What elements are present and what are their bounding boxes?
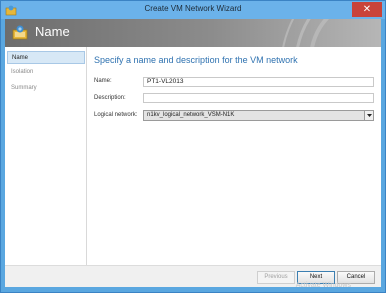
section-heading: Specify a name and description for the V… (94, 55, 298, 65)
wizard-client-area: Name Name Isolation Summary Specify a na… (5, 19, 381, 289)
previous-button[interactable]: Previous (257, 271, 295, 284)
name-field[interactable]: PT1-VL2013 (143, 77, 374, 87)
close-button[interactable]: ✕ (352, 2, 382, 17)
description-label: Description: (94, 95, 126, 101)
wizard-footer: Previous Next Cancel Activate Windows (5, 265, 381, 289)
sidebar-item-isolation[interactable]: Isolation (7, 66, 85, 79)
window-title: Create VM Network Wizard (144, 4, 242, 13)
logical-network-label: Logical network: (94, 112, 138, 118)
logical-network-select[interactable]: n1kv_logical_network_VSM-N1K (143, 110, 374, 121)
wizard-step-list: Name Isolation Summary (5, 47, 87, 287)
wizard-content: Specify a name and description for the V… (88, 47, 381, 265)
activation-watermark: Activate Windows (295, 282, 351, 289)
name-label: Name: (94, 78, 112, 84)
title-bar[interactable]: Create VM Network Wizard ✕ (1, 1, 385, 19)
banner-decoration (282, 19, 330, 47)
chevron-down-icon[interactable] (364, 111, 373, 120)
sidebar-item-summary[interactable]: Summary (7, 82, 85, 95)
logical-network-value: n1kv_logical_network_VSM-N1K (147, 112, 235, 118)
wizard-window: Create VM Network Wizard ✕ Name Name Iso… (0, 0, 386, 293)
page-title: Name (35, 24, 70, 39)
description-field[interactable] (143, 93, 374, 103)
sidebar-item-name[interactable]: Name (7, 51, 85, 64)
network-wizard-icon (12, 25, 28, 40)
wizard-banner: Name (5, 19, 381, 47)
